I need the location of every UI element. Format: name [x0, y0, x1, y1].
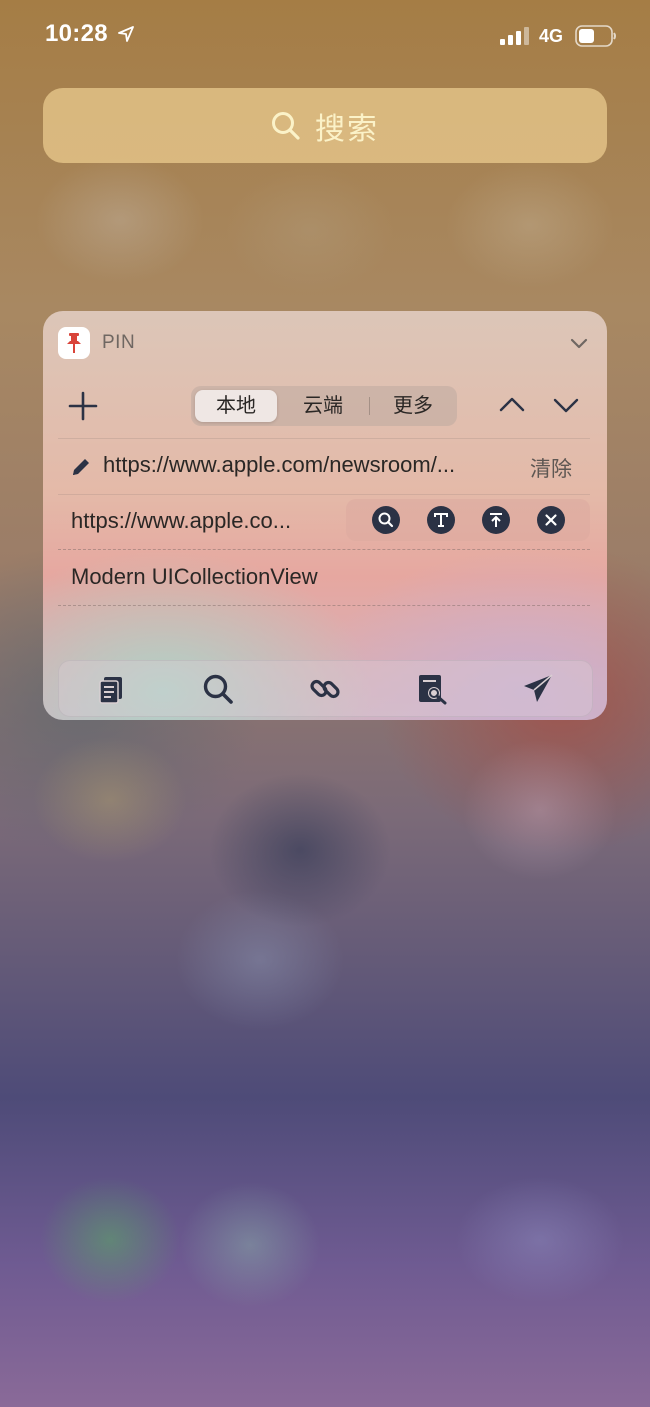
widget-app-name: PIN: [102, 332, 136, 353]
item-actions: [346, 499, 590, 541]
list-item-text[interactable]: https://www.apple.co...: [71, 508, 329, 534]
pin-app-logo: [58, 327, 90, 359]
link-icon[interactable]: [309, 673, 341, 705]
clear-button[interactable]: 清除: [530, 453, 572, 483]
status-bar: 10:28 4G: [0, 0, 650, 72]
copy-icon[interactable]: [96, 673, 128, 705]
pin-widget: PIN 本地 云端 更多 https://www.apple.com/newsr…: [43, 311, 607, 720]
source-segmented-control: 本地 云端 更多: [191, 386, 457, 426]
search-icon: [272, 111, 300, 140]
tab-more[interactable]: 更多: [373, 386, 453, 426]
add-button[interactable]: [68, 391, 98, 421]
search-icon[interactable]: [372, 506, 400, 534]
search-icon[interactable]: [202, 673, 234, 705]
tab-cloud[interactable]: 云端: [283, 386, 363, 426]
chevron-up-icon[interactable]: [498, 393, 526, 417]
battery-icon: [575, 25, 616, 47]
text-icon[interactable]: [427, 506, 455, 534]
pin-top-icon[interactable]: [482, 506, 510, 534]
status-time: 10:28: [45, 20, 108, 47]
pushpin-icon: [67, 333, 81, 353]
list-item[interactable]: Modern UICollectionView: [58, 550, 590, 606]
network-type: 4G: [539, 26, 564, 46]
widget-toolbar: [58, 660, 593, 717]
list-item[interactable]: https://www.apple.co...: [58, 494, 590, 550]
search-label: 搜索: [315, 112, 379, 146]
pencil-icon: [73, 459, 89, 475]
tab-local[interactable]: 本地: [195, 390, 277, 422]
segment-divider: [369, 397, 370, 415]
edit-row[interactable]: https://www.apple.com/newsroom/... 清除: [58, 438, 590, 495]
list-item-text[interactable]: Modern UICollectionView: [71, 564, 318, 590]
chevron-down-icon[interactable]: [567, 331, 591, 355]
close-icon[interactable]: [537, 506, 565, 534]
search-bar[interactable]: 搜索: [43, 88, 607, 163]
location-arrow-icon: [118, 26, 134, 42]
edit-url-text[interactable]: https://www.apple.com/newsroom/...: [103, 452, 508, 478]
chevron-down-icon[interactable]: [552, 393, 580, 417]
doc-search-icon[interactable]: [416, 673, 448, 705]
send-icon[interactable]: [522, 673, 554, 705]
widget-header: PIN: [58, 327, 135, 359]
cellular-signal-icon: [500, 27, 529, 45]
